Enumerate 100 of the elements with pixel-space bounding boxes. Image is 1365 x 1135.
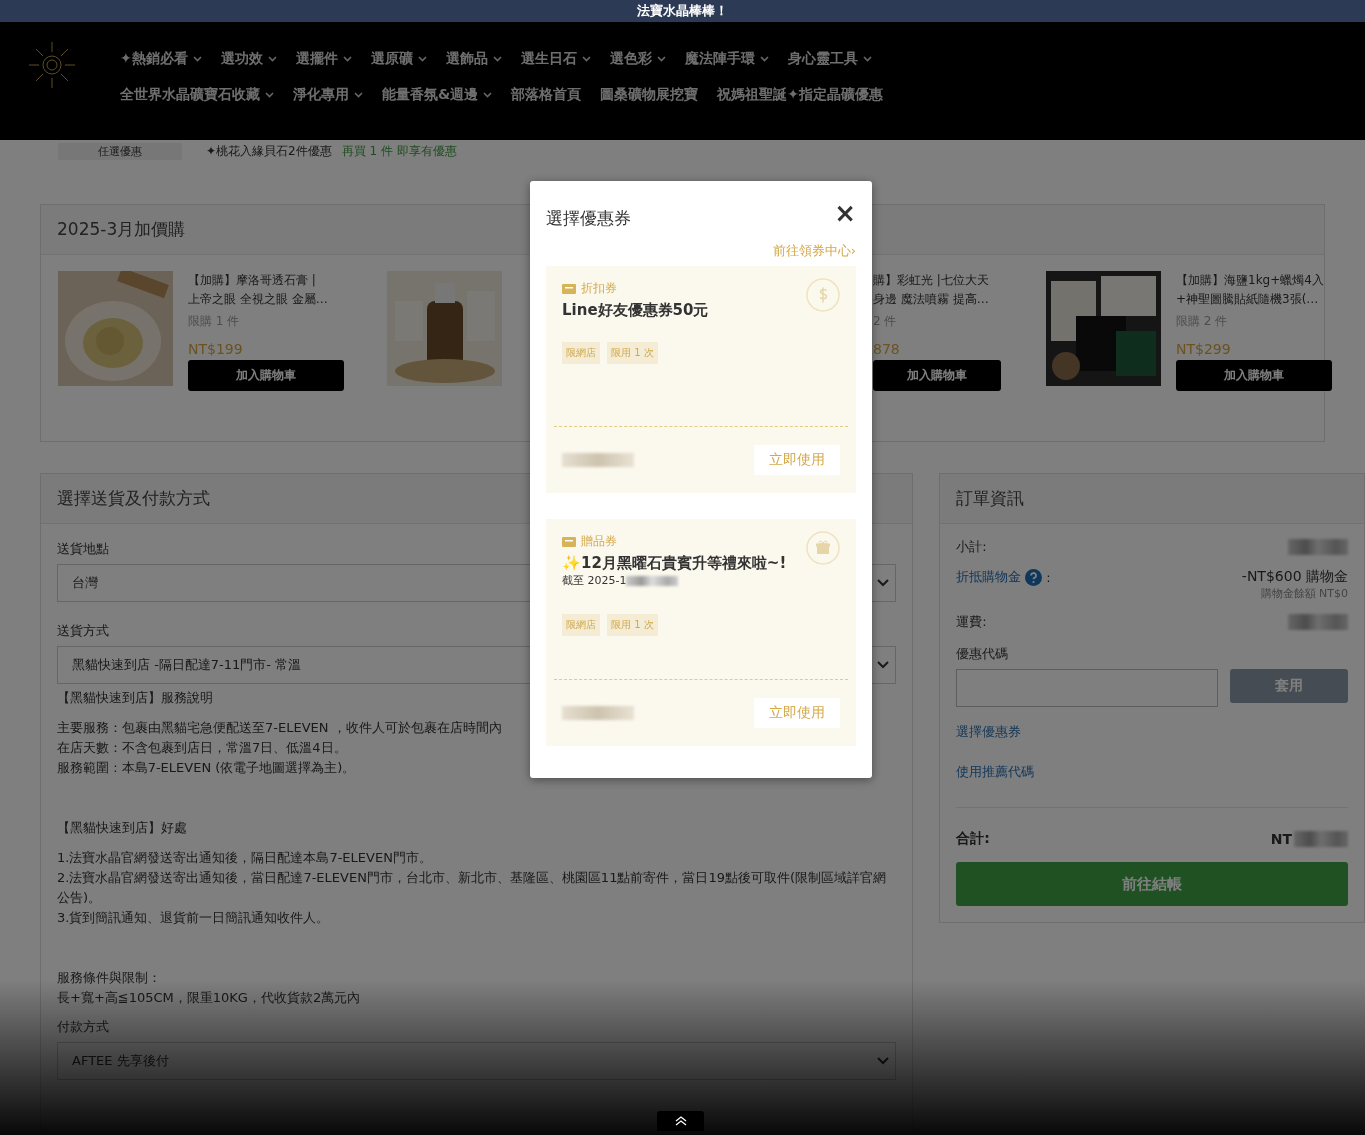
double-caret-icon — [674, 1116, 687, 1126]
info-line: 長+寬+高≦105CM，限重10KG，代收貨款2萬元內 — [57, 989, 361, 1007]
chevron-icon — [877, 661, 890, 669]
nav-menu-item[interactable]: 祝媽祖聖誕✦指定晶礦優惠 — [717, 86, 883, 104]
help-icon[interactable] — [1025, 568, 1043, 586]
close-button[interactable]: × — [834, 202, 856, 223]
coupon-tag: 限網店 — [562, 342, 600, 364]
subtotal-label: 小計: — [956, 538, 987, 556]
nav-menu-item[interactable]: 選飾品 — [445, 50, 502, 68]
nav-menu-item[interactable]: 選色彩 — [609, 50, 666, 68]
coupon-tag: 限用 1 次 — [607, 342, 658, 364]
redacted-date — [626, 575, 679, 586]
caret-icon — [492, 56, 502, 62]
caret-icon — [342, 56, 352, 62]
caret-icon — [265, 92, 274, 98]
info-line: 服務範圍 : 本島7-ELEVEN (依電子地圖選擇為主)。 — [57, 759, 356, 777]
add-to-cart-button[interactable]: 加入購物車 — [1176, 360, 1332, 391]
coupon-tag: 限網店 — [562, 614, 600, 636]
nav-menu-item[interactable]: 選生日石 — [520, 50, 591, 68]
nav-menu-item[interactable]: 選原礦 — [370, 50, 427, 68]
field-label: 付款方式 — [57, 1018, 109, 1036]
scroll-top-button[interactable] — [657, 1111, 704, 1131]
card-title: 選擇送貨及付款方式 — [57, 488, 210, 508]
section-heading: 服務條件與限制： — [57, 969, 161, 987]
sun-logo-icon — [26, 39, 78, 91]
nav-menu-item[interactable]: 圖桑礦物展挖寶 — [600, 86, 699, 104]
caret-icon — [581, 56, 591, 62]
product-name: 【加購】海鹽1kg+蠟燭4入 — [1176, 272, 1325, 289]
redacted-amount — [1288, 614, 1348, 630]
nav-menu-item[interactable]: ✦熱銷必看 — [120, 50, 202, 68]
coupon-name: Line好友優惠券50元 — [562, 301, 710, 320]
text-link[interactable]: 使用推薦代碼 — [956, 763, 1348, 781]
nav-menu-item[interactable]: 部落格首頁 — [511, 86, 582, 104]
text-link[interactable]: 選擇優惠券 — [956, 723, 1348, 741]
card-title: 訂單資訊 — [956, 488, 1025, 508]
promo-label: 任選優惠 — [58, 142, 182, 160]
section-heading: 【黑貓快速到店】服務說明 — [57, 689, 213, 707]
redacted-code — [562, 706, 634, 720]
coupon-code-input[interactable] — [956, 669, 1219, 707]
caret-icon — [759, 56, 769, 62]
credit-link[interactable]: 折抵購物金 — [956, 568, 1022, 586]
info-line: 2.法寶水晶官網發送寄出通知後，當日配達7-ELEVEN門市，台北市、新北市、基隆區、桃園區11點前寄件，當日19點後可取件(限制區域詳官網公告)。 — [57, 869, 888, 907]
nav-menu-item[interactable]: 選功效 — [220, 50, 277, 68]
product-name: +神聖圖騰貼紙隨機3張(… — [1176, 291, 1320, 308]
section-heading: 【黑貓快速到店】好處 — [57, 819, 187, 837]
caret-icon — [483, 92, 493, 98]
gift-icon — [806, 531, 840, 565]
colon: : — [1046, 569, 1051, 585]
dialog-title: 選擇優惠券 — [546, 207, 631, 230]
field-label: 送貨方式 — [57, 622, 109, 640]
coupon-type: 折扣券 — [581, 280, 617, 297]
nav-menu-item[interactable]: 全世界水晶礦寶石收藏 — [120, 86, 274, 104]
caret-icon — [417, 56, 427, 62]
caret-icon — [267, 56, 277, 62]
chevron-icon — [877, 1057, 890, 1065]
redacted-amount — [1288, 539, 1348, 555]
info-line: 主要服務：包裹由黑貓宅急便配送至7-ELEVEN ，收件人可於包裹在店時間內 — [57, 719, 502, 737]
add-to-cart-button[interactable]: 加入購物車 — [188, 360, 344, 391]
use-now-button[interactable]: 立即使用 — [754, 445, 840, 475]
promo-text: ✦桃花入緣貝石2件優惠 — [206, 142, 332, 160]
product-price: NT$299 — [1176, 341, 1232, 357]
use-now-button[interactable]: 立即使用 — [754, 698, 840, 728]
currency-text: NT — [1270, 831, 1292, 847]
announcement-text: 法寶水晶棒棒！ — [637, 2, 728, 20]
ticket-icon — [562, 283, 576, 294]
credit-amount: -NT$600 購物金 — [1241, 568, 1348, 586]
product-name: 上帝之眼 全視之眼 金屬… — [188, 291, 329, 308]
ticket-icon — [562, 536, 576, 547]
nav-menu-item[interactable]: 淨化專用 — [293, 86, 363, 104]
caret-icon — [192, 56, 202, 62]
add-to-cart-button[interactable]: 加入購物車 — [873, 360, 1001, 391]
checkout-button[interactable]: 前往結帳 — [956, 862, 1348, 906]
info-line: 1.法寶水晶官網發送寄出通知後，隔日配達本島7-ELEVEN門市。 — [57, 849, 432, 867]
field-label: 送貨地點 — [57, 540, 109, 558]
nav-menu-item[interactable]: 魔法陣手環 — [684, 50, 769, 68]
redacted-amount — [1294, 831, 1348, 847]
product-name: 【加購】摩洛哥透石膏 | — [188, 272, 317, 289]
caret-icon — [656, 56, 666, 62]
caret-icon — [862, 56, 872, 62]
total-label: 合計: — [956, 830, 990, 848]
product-price: 878 — [873, 341, 901, 357]
coupon-center-link[interactable]: 前往領券中心› — [546, 242, 856, 260]
nav-menu-item[interactable]: 能量香氛&週邊 — [382, 86, 493, 104]
field-label: 優惠代碼 — [956, 645, 1009, 663]
card-title: 2025-3月加價購 — [57, 219, 186, 239]
promo-hint: 再買 1 件 即享有優惠 — [341, 142, 457, 160]
expiry-text: 截至 2025-1 — [562, 573, 627, 588]
dollar-icon — [806, 278, 840, 312]
product-name: 身邊 魔法噴霧 提高… — [873, 291, 990, 308]
product-name: 購】彩虹光 |七位大天 — [873, 272, 990, 289]
info-line: 在店天數：不含包裹到店日，常溫7日、低溫4日。 — [57, 739, 347, 757]
redacted-code — [562, 453, 634, 467]
nav-menu-item[interactable]: 選擺件 — [295, 50, 352, 68]
shipping-fee-label: 運費: — [956, 613, 987, 631]
coupon-tag: 限用 1 次 — [607, 614, 658, 636]
chevron-icon — [877, 579, 890, 587]
nav-menu-item[interactable]: 身心靈工具 — [787, 50, 872, 68]
product-price: NT$199 — [188, 341, 244, 357]
caret-icon — [354, 92, 363, 98]
coupon-type: 贈品券 — [581, 533, 617, 550]
